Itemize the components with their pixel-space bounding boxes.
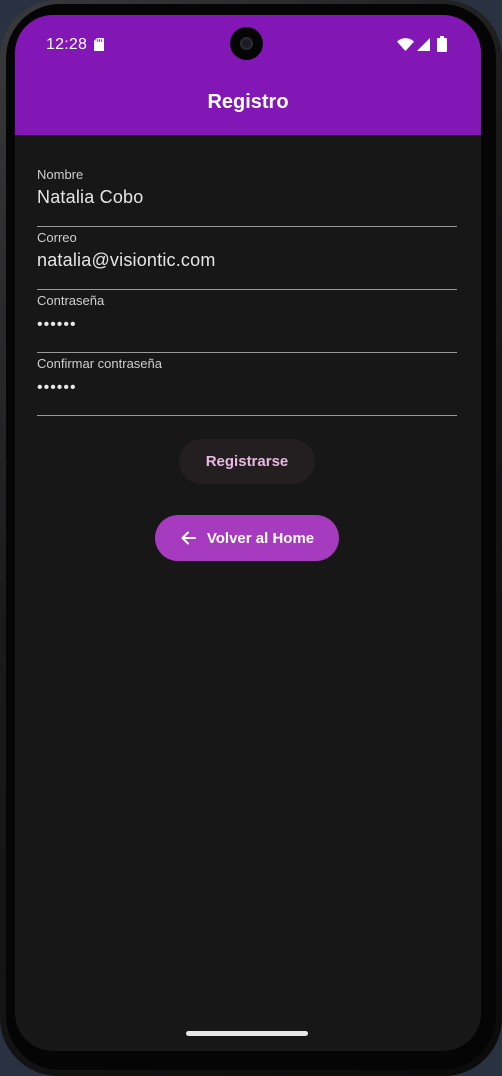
status-bar: 12:28: [15, 15, 481, 75]
confirm-password-field-label: Confirmar contraseña: [37, 356, 162, 371]
password-field-label: Contraseña: [37, 293, 105, 308]
name-field-value: Natalia Cobo: [37, 187, 144, 207]
email-field-value: natalia@visiontic.com: [37, 250, 216, 270]
battery-icon: [437, 36, 447, 52]
password-field[interactable]: Contraseña ••••••: [37, 293, 457, 353]
email-field-label: Correo: [37, 230, 77, 245]
page-title: Registro: [207, 91, 289, 113]
signal-icon: [417, 38, 430, 51]
name-field[interactable]: Nombre Natalia Cobo: [37, 167, 457, 227]
front-camera: [230, 27, 263, 60]
name-field-label: Nombre: [37, 167, 84, 182]
arrow-back-icon: [181, 531, 196, 545]
app-bar: 12:28 Registro: [15, 15, 481, 135]
sd-card-icon: [94, 38, 104, 51]
wifi-icon: [397, 38, 414, 51]
register-button[interactable]: Registrarse: [179, 439, 315, 484]
phone-screen: 12:28 Registro Nombre Natalia Cobo Corre…: [15, 15, 481, 1051]
back-home-label: Volver al Home: [206, 529, 315, 547]
confirm-password-field-value: ••••••: [37, 379, 77, 396]
confirm-password-field[interactable]: Confirmar contraseña ••••••: [37, 356, 457, 416]
back-home-button[interactable]: Volver al Home: [155, 515, 339, 561]
password-field-value: ••••••: [37, 316, 77, 333]
home-indicator[interactable]: [186, 1031, 308, 1036]
phone-frame: 12:28 Registro Nombre Natalia Cobo Corre…: [0, 0, 502, 1076]
email-field[interactable]: Correo natalia@visiontic.com: [37, 230, 457, 290]
status-time: 12:28: [46, 36, 88, 53]
